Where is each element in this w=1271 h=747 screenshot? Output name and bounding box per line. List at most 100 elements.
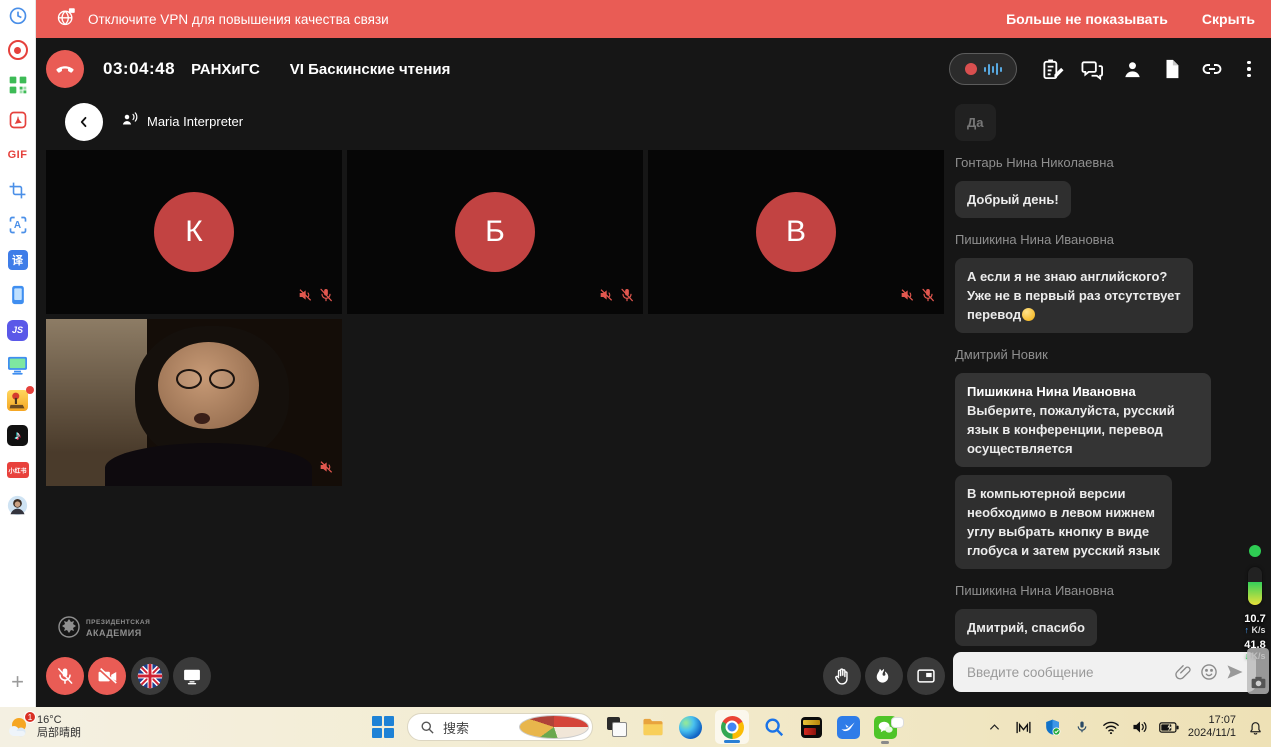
picture-in-picture-button[interactable] <box>907 657 945 695</box>
vpn-banner-text: Отключите VPN для повышения качества свя… <box>88 12 389 27</box>
tray-clock[interactable]: 17:07 2024/11/1 <box>1188 714 1236 740</box>
notifications-bell-icon[interactable] <box>1245 717 1265 737</box>
dont-show-again-button[interactable]: Больше не показывать <box>1006 11 1168 27</box>
windows-security-icon[interactable] <box>1043 717 1063 737</box>
gif-tool-icon[interactable]: GIF <box>6 144 30 166</box>
audio-waveform-icon <box>984 63 1002 75</box>
meeting-timer: 03:04:48 <box>103 59 175 79</box>
chrome-browser-icon[interactable] <box>715 710 749 744</box>
active-app-indicator <box>724 740 740 743</box>
taskbar-search[interactable]: 搜索 <box>407 713 593 741</box>
tray-app-icon[interactable] <box>1014 717 1034 737</box>
interpreter-name: Maria Interpreter <box>147 114 243 129</box>
chat-bubble: Выберите, пожалуйста, русский язык в кон… <box>967 403 1175 456</box>
speaker-video-feed <box>46 319 342 486</box>
more-menu-button[interactable] <box>1239 61 1259 78</box>
pdf-tool-icon[interactable] <box>6 109 30 131</box>
recording-indicator[interactable] <box>949 53 1017 85</box>
chat-bubble: А если я не знаю английского? Уже не в п… <box>967 269 1181 322</box>
chat-bubble: В компьютерной версии необходимо в левом… <box>955 475 1172 569</box>
back-button[interactable] <box>65 103 103 141</box>
bird-app-icon[interactable] <box>836 715 860 739</box>
participant-tile[interactable]: К <box>46 150 342 314</box>
wechat-icon[interactable] <box>873 715 897 739</box>
participant-avatar: В <box>756 192 836 272</box>
game-app-icon[interactable] <box>799 715 823 739</box>
speaker-muted-icon <box>318 459 334 480</box>
user-avatar[interactable] <box>6 494 30 516</box>
camera-toggle-button[interactable] <box>88 657 126 695</box>
mic-toggle-button[interactable] <box>46 657 84 695</box>
tray-expand-chevron[interactable] <box>985 717 1005 737</box>
search-highlight-icon <box>519 715 589 739</box>
academy-emblem-icon <box>57 615 81 644</box>
weather-widget[interactable]: 1 16°C 局部晴朗 <box>5 714 81 740</box>
screen-cast-icon[interactable] <box>6 354 30 376</box>
documents-button[interactable] <box>1159 56 1185 82</box>
xiaohongshu-icon[interactable]: 小红书 <box>6 459 30 481</box>
phone-mirror-icon[interactable] <box>6 284 30 306</box>
crop-tool-icon[interactable] <box>6 179 30 201</box>
weather-badge: 1 <box>24 711 36 723</box>
status-green-dot <box>1249 545 1261 557</box>
weather-icon: 1 <box>5 714 31 740</box>
tray-mic-icon[interactable] <box>1072 717 1092 737</box>
running-app-indicator <box>881 741 889 744</box>
search-app-icon[interactable] <box>762 715 786 739</box>
tray-time: 17:07 <box>1208 714 1236 727</box>
start-button[interactable] <box>372 716 394 738</box>
screen-share-button[interactable] <box>173 657 211 695</box>
hangup-button[interactable] <box>46 50 84 88</box>
reactions-button[interactable] <box>865 657 903 695</box>
speaker-muted-icon <box>598 287 614 308</box>
utility-rail: GIF A 译 JS ♪ 小红书 + <box>0 0 36 707</box>
chat-sender: Гонтарь Нина Николаевна <box>955 155 1255 170</box>
screenshot-camera-button[interactable] <box>1247 648 1269 694</box>
copy-link-button[interactable] <box>1199 56 1225 82</box>
tiktok-icon[interactable]: ♪ <box>6 424 30 446</box>
chat-bubble: Добрый день! <box>955 181 1071 218</box>
chat-sender: Пишикина Нина Ивановна <box>955 583 1255 598</box>
mic-muted-icon <box>920 287 936 308</box>
translate-tool-icon[interactable]: 译 <box>6 249 30 271</box>
notes-button[interactable] <box>1039 56 1065 82</box>
chat-button[interactable] <box>1079 56 1105 82</box>
upload-speed: 10.7 <box>1244 613 1265 625</box>
message-input[interactable] <box>965 664 1170 681</box>
chat-quote-author: Пишикина Нина Ивановна <box>967 384 1136 399</box>
participant-tile[interactable]: Б <box>347 150 643 314</box>
raise-hand-button[interactable] <box>823 657 861 695</box>
record-tool-icon[interactable] <box>6 39 30 61</box>
js-tool-icon[interactable]: JS <box>6 319 30 341</box>
attach-file-button[interactable] <box>1170 659 1196 685</box>
emoji-button[interactable] <box>1196 659 1222 685</box>
participant-tile[interactable]: В <box>648 150 944 314</box>
screen: GIF A 译 JS ♪ 小红书 + <box>0 0 1271 747</box>
battery-icon[interactable] <box>1159 717 1179 737</box>
file-explorer-icon[interactable] <box>641 715 665 739</box>
add-tool-button[interactable]: + <box>6 671 30 693</box>
meeting-header: 03:04:48 РАНХиГС VI Баскинские чтения <box>36 38 1271 100</box>
windows-taskbar: 1 16°C 局部晴朗 搜索 <box>0 707 1271 747</box>
vpn-globe-icon <box>56 7 76 32</box>
edge-browser-icon[interactable] <box>678 715 702 739</box>
game-tool-icon[interactable] <box>6 389 30 411</box>
participant-avatar: К <box>154 192 234 272</box>
participants-button[interactable] <box>1119 56 1145 82</box>
taskbar-center: 搜索 <box>372 707 897 747</box>
speaker-muted-icon <box>297 287 313 308</box>
volume-icon[interactable] <box>1130 717 1150 737</box>
qr-code-icon[interactable] <box>6 74 30 96</box>
chat-sender: Дмитрий Новик <box>955 347 1255 362</box>
wifi-icon[interactable] <box>1101 717 1121 737</box>
clock-tool-icon[interactable] <box>6 4 30 26</box>
thinking-emoji <box>1022 308 1035 321</box>
hide-banner-button[interactable]: Скрыть <box>1202 11 1255 27</box>
task-view-button[interactable] <box>606 716 628 738</box>
ocr-tool-icon[interactable]: A <box>6 214 30 236</box>
participant-avatar: Б <box>455 192 535 272</box>
recording-dot <box>965 63 977 75</box>
chat-bubble: Дмитрий, спасибо <box>955 609 1097 646</box>
video-tile-speaker[interactable] <box>46 319 342 486</box>
language-flag-button[interactable] <box>131 657 169 695</box>
